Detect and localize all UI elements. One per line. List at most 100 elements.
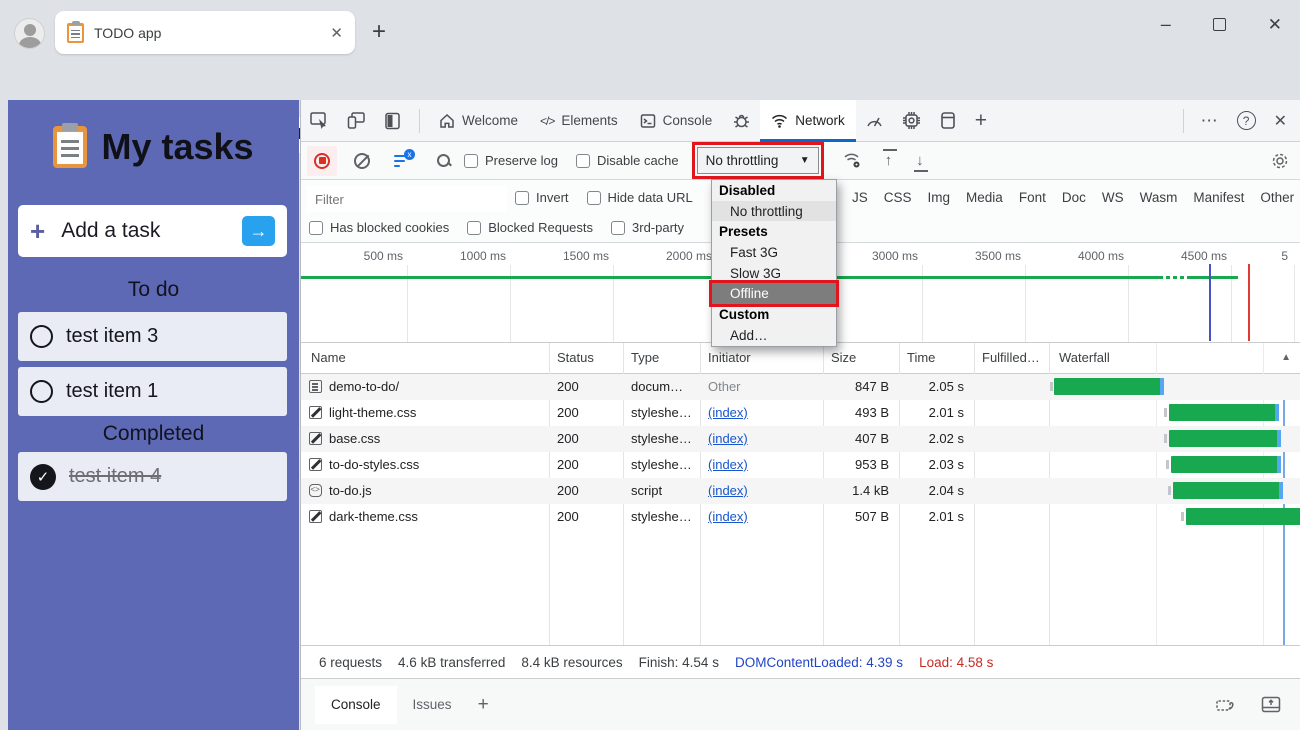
sort-ascending-icon[interactable]: ▲ (1281, 352, 1291, 363)
filter-doc[interactable]: Doc (1054, 190, 1094, 205)
invert-checkbox[interactable]: Invert (515, 190, 569, 205)
drawer-sidebar-icon[interactable] (1215, 696, 1235, 714)
memory-chip-icon[interactable] (902, 111, 921, 130)
filter-ws[interactable]: WS (1094, 190, 1132, 205)
request-row[interactable]: to-do.js 200 script (index) 1.4 kB 2.04 … (301, 478, 1300, 504)
task-item[interactable]: test item 3 (18, 312, 287, 361)
throttling-dropdown-menu: Disabled No throttling Presets Fast 3G S… (709, 179, 839, 347)
menu-item-slow-3g[interactable]: Slow 3G (712, 263, 836, 284)
initiator-link[interactable]: (index) (708, 431, 820, 446)
col-status[interactable]: Status (557, 350, 594, 365)
performance-icon[interactable] (865, 113, 884, 129)
application-icon[interactable] (939, 111, 957, 130)
disable-cache-checkbox[interactable]: Disable cache (575, 153, 679, 168)
console-icon (640, 113, 655, 128)
col-waterfall[interactable]: Waterfall (1059, 350, 1110, 365)
tab-network[interactable]: Network (760, 99, 856, 142)
network-conditions-icon[interactable] (843, 152, 863, 169)
filter-manifest[interactable]: Manifest (1185, 190, 1252, 205)
window-close-button[interactable]: ✕ (1268, 15, 1282, 35)
has-blocked-cookies-checkbox[interactable]: Has blocked cookies (309, 220, 449, 235)
third-party-checkbox[interactable]: 3rd-party (611, 220, 684, 235)
request-row[interactable]: light-theme.css 200 styleshe… (index) 49… (301, 400, 1300, 426)
clear-requests-icon[interactable] (354, 152, 370, 169)
checked-circle-icon[interactable]: ✓ (30, 463, 56, 490)
unchecked-circle-icon[interactable] (30, 380, 53, 403)
col-time[interactable]: Time (907, 350, 935, 365)
profile-avatar[interactable] (14, 18, 45, 49)
search-icon[interactable] (436, 153, 452, 169)
col-initiator[interactable]: Initiator (708, 350, 751, 365)
throttling-select[interactable]: No throttling ▼ (696, 147, 819, 174)
col-fulfilled[interactable]: Fulfilled… (982, 350, 1040, 365)
initiator-link[interactable]: (index) (708, 405, 820, 420)
new-tab-button[interactable]: + (372, 18, 386, 46)
menu-item-no-throttling[interactable]: No throttling (712, 200, 836, 222)
initiator-link[interactable]: (index) (708, 483, 820, 498)
preserve-log-checkbox[interactable]: Preserve log (464, 153, 558, 168)
drawer-tab-console[interactable]: Console (315, 685, 397, 724)
waterfall-bar (1173, 482, 1283, 499)
filter-css[interactable]: CSS (876, 190, 920, 205)
dock-layout-icon[interactable] (384, 112, 402, 130)
window-maximize-button[interactable] (1212, 18, 1226, 31)
app-title: My tasks (101, 126, 254, 167)
completed-heading: Completed (102, 422, 205, 445)
devtools-more-icon[interactable]: ⋯ (1201, 111, 1219, 131)
filter-img[interactable]: Img (920, 190, 959, 205)
col-name[interactable]: Name (311, 350, 346, 365)
filter-toggle-icon[interactable]: x (394, 148, 415, 169)
blocked-requests-checkbox[interactable]: Blocked Requests (467, 220, 593, 235)
more-tabs-icon[interactable]: + (975, 109, 987, 133)
import-har-icon[interactable]: ↑ (882, 149, 897, 171)
load-time: Load: 4.58 s (919, 654, 994, 670)
devtools-help-icon[interactable]: ? (1236, 111, 1256, 130)
browser-tab[interactable]: TODO app ✕ (55, 11, 355, 54)
network-summary-bar: 6 requests 4.6 kB transferred 8.4 kB res… (301, 645, 1300, 678)
window-minimize-button[interactable]: – (1161, 14, 1171, 35)
col-size[interactable]: Size (831, 350, 856, 365)
stylesheet-file-icon (309, 406, 322, 419)
issues-bug-icon[interactable] (732, 111, 751, 130)
inspect-element-icon[interactable] (310, 111, 329, 130)
tab-close-icon[interactable]: ✕ (330, 24, 343, 42)
initiator-link[interactable]: (index) (708, 509, 820, 524)
tab-elements[interactable]: </> Elements (529, 100, 629, 142)
filter-wasm[interactable]: Wasm (1132, 190, 1186, 205)
drawer-expand-icon[interactable] (1261, 696, 1281, 714)
export-har-icon[interactable]: ↓ (914, 150, 928, 172)
hide-data-url-checkbox[interactable]: Hide data URL (586, 190, 693, 205)
unchecked-circle-icon[interactable] (30, 325, 53, 348)
submit-task-button[interactable]: → (242, 216, 275, 246)
tab-console[interactable]: Console (629, 100, 724, 142)
filter-font[interactable]: Font (1011, 190, 1054, 205)
record-button[interactable] (307, 145, 337, 176)
request-row[interactable]: dark-theme.css 200 styleshe… (index) 507… (301, 504, 1300, 530)
request-row[interactable]: to-do-styles.css 200 styleshe… (index) 9… (301, 452, 1300, 478)
plus-icon: + (30, 215, 46, 246)
filter-media[interactable]: Media (958, 190, 1011, 205)
col-type[interactable]: Type (631, 350, 659, 365)
filter-js[interactable]: JS (844, 190, 876, 205)
initiator-text: Other (708, 379, 741, 394)
menu-item-add[interactable]: Add… (712, 325, 836, 346)
add-task-field[interactable]: + Add a task → (18, 205, 287, 257)
network-settings-gear-icon[interactable] (1271, 152, 1289, 170)
menu-item-fast-3g[interactable]: Fast 3G (712, 242, 836, 263)
task-item[interactable]: test item 1 (18, 367, 287, 416)
initiator-link[interactable]: (index) (708, 457, 820, 472)
request-row[interactable]: base.css 200 styleshe… (index) 407 B 2.0… (301, 426, 1300, 452)
devtools-close-icon[interactable]: ✕ (1274, 111, 1287, 131)
menu-item-offline[interactable]: Offline (709, 280, 839, 308)
todo-heading: To do (127, 278, 180, 301)
task-item-completed[interactable]: ✓ test item 4 (18, 452, 287, 501)
tab-welcome[interactable]: Welcome (428, 100, 529, 142)
filter-other[interactable]: Other (1252, 190, 1300, 205)
device-emulation-icon[interactable] (347, 111, 366, 130)
drawer-tab-issues[interactable]: Issues (397, 686, 468, 724)
request-row[interactable]: demo-to-do/ 200 docum… Other 847 B 2.05 … (301, 374, 1300, 400)
dcl-marker-line (1209, 264, 1211, 341)
browser-toolbar: ← ↻ https://microsoftedge.github.io/Demo… (0, 56, 1300, 153)
filter-input[interactable] (307, 186, 507, 212)
drawer-add-tab-icon[interactable]: + (478, 694, 489, 716)
